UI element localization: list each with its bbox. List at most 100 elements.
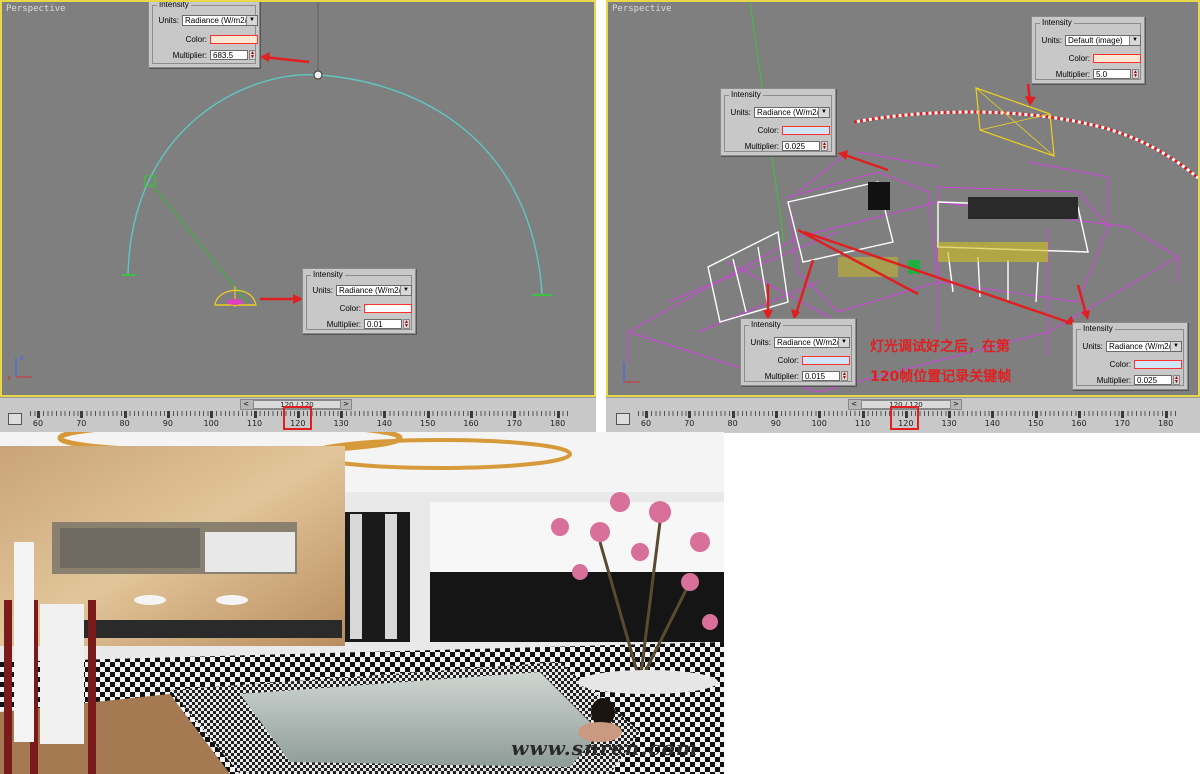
color-swatch[interactable] bbox=[1093, 54, 1141, 63]
spinner-icon[interactable]: ▲ ▼ bbox=[821, 141, 828, 151]
key-mode-icon[interactable] bbox=[8, 413, 22, 425]
units-dropdown[interactable]: Default (image) ▼ bbox=[1065, 35, 1141, 46]
right-perspective-viewport[interactable]: Perspective Intensity Units: Default (im… bbox=[606, 0, 1200, 397]
spinner-icon[interactable]: ▲ ▼ bbox=[841, 371, 848, 381]
multiplier-label: Multiplier: bbox=[764, 371, 799, 381]
chevron-down-icon[interactable]: ▼ bbox=[1170, 342, 1181, 351]
intensity-title: Intensity bbox=[1081, 324, 1115, 333]
frame-marker bbox=[426, 411, 430, 418]
frame-marker bbox=[948, 411, 952, 418]
timeline-tick-label: 110 bbox=[246, 419, 263, 428]
color-swatch[interactable] bbox=[364, 304, 412, 313]
multiplier-label: Multiplier: bbox=[744, 141, 779, 151]
bathroom-render-graphic bbox=[0, 432, 724, 774]
multiplier-field[interactable]: 0.015 bbox=[802, 371, 840, 381]
key-mode-icon[interactable] bbox=[616, 413, 630, 425]
frame-marker bbox=[340, 411, 344, 418]
frame-marker bbox=[818, 411, 822, 418]
units-dropdown[interactable]: Radiance (W/m2/▼ bbox=[774, 337, 850, 348]
units-value: Radiance (W/m2/ bbox=[185, 16, 247, 25]
color-label: Color: bbox=[757, 126, 779, 135]
frame-marker bbox=[645, 411, 648, 418]
frame-marker bbox=[1121, 411, 1125, 418]
prev-frame-icon[interactable]: < bbox=[241, 400, 251, 409]
color-label: Color: bbox=[1109, 360, 1131, 369]
timeline-tick-label: 70 bbox=[684, 419, 695, 428]
timeline-tick-label: 130 bbox=[941, 419, 957, 428]
frame-marker bbox=[731, 411, 735, 418]
final-render-image: www.snren.com bbox=[0, 432, 724, 774]
left-perspective-viewport[interactable]: Perspective z x Intensity Units: Radianc… bbox=[0, 0, 596, 397]
spinner-icon[interactable]: ▲ ▼ bbox=[249, 50, 256, 60]
units-label: Units: bbox=[730, 108, 751, 117]
intensity-title: Intensity bbox=[749, 320, 783, 329]
spinner-icon[interactable]: ▲ ▼ bbox=[1173, 375, 1180, 385]
units-value: Radiance (W/m2/ bbox=[757, 108, 819, 117]
timeline-tick-label: 80 bbox=[727, 419, 738, 428]
multiplier-label: Multiplier: bbox=[326, 319, 361, 329]
color-label: Color: bbox=[339, 304, 361, 313]
annotation-note-line1: 灯光调试好之后，在第 bbox=[870, 339, 1010, 355]
timeline-tick-label: 160 bbox=[1071, 419, 1087, 428]
axis-z-label: z bbox=[20, 354, 24, 362]
chevron-down-icon[interactable]: ▼ bbox=[246, 16, 257, 25]
multiplier-field[interactable]: 0.025 bbox=[782, 141, 820, 151]
spinner-icon[interactable]: ▲ ▼ bbox=[403, 319, 410, 329]
units-label: Units: bbox=[158, 16, 179, 25]
units-dropdown[interactable]: Radiance (W/m2/▼ bbox=[1106, 341, 1182, 352]
chevron-down-icon[interactable]: ▼ bbox=[838, 338, 849, 347]
multiplier-field[interactable]: 683.5 bbox=[210, 50, 248, 60]
units-dropdown[interactable]: Radiance (W/m2/▼ bbox=[182, 15, 258, 26]
color-swatch[interactable] bbox=[210, 35, 258, 44]
left-scene-graphic: z x bbox=[7, 2, 552, 382]
multiplier-field[interactable]: 5.0 bbox=[1093, 69, 1131, 79]
prev-frame-icon[interactable]: < bbox=[849, 400, 859, 409]
color-swatch[interactable] bbox=[782, 126, 830, 135]
intensity-panel-skylight: Intensity Units: Radiance (W/m2/▼ Color:… bbox=[302, 268, 416, 334]
timeline-tick-label: 170 bbox=[1114, 419, 1130, 428]
color-label: Color: bbox=[185, 35, 207, 44]
frame-marker bbox=[210, 411, 214, 418]
timeline-tick-label: 90 bbox=[770, 419, 781, 428]
timeline-tick-label: 60 bbox=[640, 419, 652, 428]
color-swatch[interactable] bbox=[1134, 360, 1182, 369]
units-label: Units: bbox=[1041, 36, 1062, 45]
units-label: Units: bbox=[1082, 342, 1103, 351]
left-timeline: < 120 / 120 > 60 70 80 90 100 110 120 130 140 150… bbox=[0, 397, 596, 433]
intensity-panel-sun: Intensity Units: Radiance (W/m2/▼ Color:… bbox=[148, 0, 260, 68]
multiplier-label: Multiplier: bbox=[1096, 375, 1131, 385]
timeline-tick-label: 160 bbox=[463, 419, 479, 428]
units-dropdown[interactable]: Radiance (W/m2/▼ bbox=[336, 285, 412, 296]
color-label: Color: bbox=[777, 356, 799, 365]
frame-marker bbox=[556, 411, 560, 418]
color-swatch[interactable] bbox=[802, 356, 850, 365]
frame-marker bbox=[383, 411, 387, 418]
multiplier-field[interactable]: 0.025 bbox=[1134, 375, 1172, 385]
timeline-tick-label: 150 bbox=[1028, 419, 1044, 428]
chevron-down-icon[interactable]: ▼ bbox=[818, 108, 829, 117]
timeline-tick-label: 60 bbox=[32, 419, 44, 428]
frame-marker bbox=[253, 411, 257, 418]
intensity-panel-sun: Intensity Units: Default (image) ▼ Color:… bbox=[1031, 16, 1145, 84]
chevron-down-icon[interactable]: ▼ bbox=[1129, 36, 1140, 45]
frame-marker bbox=[513, 411, 517, 418]
intensity-title: Intensity bbox=[157, 0, 191, 9]
timeline-tick-label: 170 bbox=[506, 419, 522, 428]
timeline-tick-label: 140 bbox=[376, 419, 393, 428]
units-value: Radiance (W/m2/ bbox=[1109, 342, 1171, 351]
next-frame-icon[interactable]: > bbox=[951, 400, 961, 409]
units-label: Units: bbox=[750, 338, 771, 347]
units-dropdown[interactable]: Radiance (W/m2/▼ bbox=[754, 107, 830, 118]
timeline-tick-label: 100 bbox=[203, 419, 219, 428]
spinner-icon[interactable]: ▲ ▼ bbox=[1132, 69, 1139, 79]
right-timeline: < 120 / 120 > 60 70 80 90 100 110 120 130 140 150… bbox=[606, 397, 1200, 433]
frame-marker bbox=[1078, 411, 1081, 418]
timeline-tick-label: 100 bbox=[811, 419, 827, 428]
multiplier-field[interactable]: 0.01 bbox=[364, 319, 402, 329]
frame-120-highlight bbox=[283, 406, 312, 430]
chevron-down-icon[interactable]: ▼ bbox=[400, 286, 411, 295]
timeline-tick-label: 130 bbox=[333, 419, 349, 428]
frame-marker bbox=[80, 411, 84, 418]
frame-marker bbox=[470, 411, 473, 418]
next-frame-icon[interactable]: > bbox=[341, 400, 351, 409]
